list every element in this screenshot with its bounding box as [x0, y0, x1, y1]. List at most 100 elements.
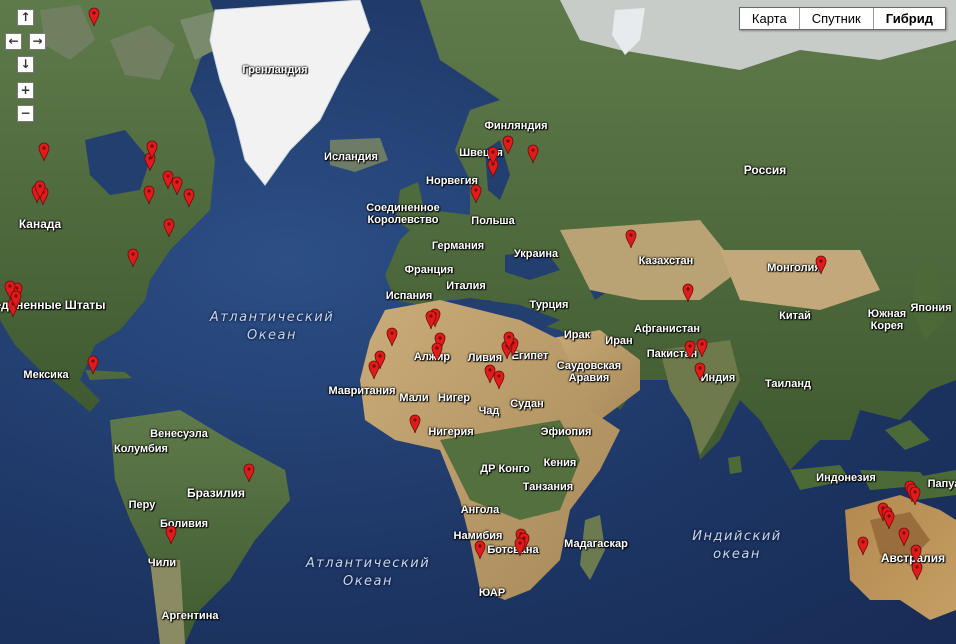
location-marker-icon[interactable]: [815, 255, 827, 275]
ocean-label-line: Океан: [342, 574, 394, 589]
label-china: Китай: [779, 310, 811, 322]
location-marker-icon[interactable]: [898, 527, 910, 547]
label-afghanistan: Афганистан: [634, 323, 700, 335]
location-marker-icon[interactable]: [883, 510, 895, 530]
location-marker-icon[interactable]: [88, 7, 100, 27]
label-botswana: Ботсвана: [487, 544, 539, 556]
label-niger: Нигер: [437, 392, 471, 404]
label-poland: Польша: [471, 215, 515, 227]
location-marker-icon[interactable]: [162, 170, 174, 190]
location-marker-icon[interactable]: [857, 536, 869, 556]
location-marker-icon[interactable]: [146, 140, 158, 160]
location-marker-icon[interactable]: [493, 370, 505, 390]
pan-down-icon[interactable]: ↓: [17, 56, 34, 73]
location-marker-icon[interactable]: [514, 537, 526, 557]
location-marker-icon[interactable]: [409, 414, 421, 434]
ocean-label-line: океан: [713, 547, 761, 562]
label-italy: Италия: [446, 280, 486, 292]
label-nigeria: Нигерия: [428, 426, 474, 438]
location-marker-icon[interactable]: [474, 540, 486, 560]
label-peru: Перу: [128, 499, 156, 511]
label-germany: Германия: [431, 240, 485, 252]
label-ethiopia: Эфиопия: [540, 426, 592, 438]
label-kenya: Кения: [543, 457, 577, 469]
location-marker-icon[interactable]: [502, 135, 514, 155]
map-canvas[interactable]: ↑ ← → ↓ + − Карта Спутник Гибрид Атланти…: [0, 0, 956, 644]
location-marker-icon[interactable]: [243, 463, 255, 483]
location-marker-icon[interactable]: [503, 331, 515, 351]
location-marker-icon[interactable]: [38, 142, 50, 162]
pan-left-icon[interactable]: ←: [5, 33, 22, 50]
zoom-out-icon[interactable]: −: [17, 105, 34, 122]
location-marker-icon[interactable]: [34, 180, 46, 200]
location-marker-icon[interactable]: [911, 561, 923, 581]
location-marker-icon[interactable]: [425, 310, 437, 330]
location-marker-icon[interactable]: [696, 338, 708, 358]
label-brazil: Бразилия: [186, 486, 246, 500]
location-marker-icon[interactable]: [684, 340, 696, 360]
label-mongolia: Монголия: [767, 262, 821, 274]
ocean-label-atlantic-south: Атлантический Океан: [306, 555, 430, 591]
label-canada: Канада: [18, 217, 62, 231]
label-iceland: Исландия: [324, 151, 378, 163]
map-type-map-button[interactable]: Карта: [740, 8, 800, 29]
label-uk: Соединенное Королевство: [366, 202, 440, 226]
label-saudi-arabia: Саудовская Аравия: [556, 360, 622, 384]
label-venezuela: Венесуэла: [150, 428, 208, 440]
location-marker-icon[interactable]: [431, 342, 443, 362]
label-thailand: Таиланд: [764, 378, 812, 390]
label-iraq: Ирак: [563, 329, 591, 341]
location-marker-icon[interactable]: [694, 362, 706, 382]
map-type-switcher: Карта Спутник Гибрид: [738, 7, 946, 30]
zoom-in-icon[interactable]: +: [17, 82, 34, 99]
label-chad: Чад: [478, 405, 500, 417]
map-type-satellite-button[interactable]: Спутник: [800, 8, 874, 29]
location-marker-icon[interactable]: [682, 283, 694, 303]
location-marker-icon[interactable]: [127, 248, 139, 268]
map-type-hybrid-button[interactable]: Гибрид: [874, 8, 945, 29]
label-spain: Испания: [385, 290, 433, 302]
label-angola: Ангола: [460, 504, 500, 516]
location-marker-icon[interactable]: [386, 327, 398, 347]
label-greenland: Гренландия: [242, 64, 308, 76]
label-ukraine: Украина: [513, 248, 559, 260]
label-iran: Иран: [605, 335, 633, 347]
location-marker-icon[interactable]: [163, 218, 175, 238]
ocean-label-line: Индийский: [692, 529, 782, 544]
ocean-label-line: Океан: [246, 328, 298, 343]
ocean-label-line: Атлантический: [305, 556, 431, 571]
location-marker-icon[interactable]: [87, 355, 99, 375]
label-south-korea: Южная Корея: [867, 308, 907, 332]
location-marker-icon[interactable]: [165, 525, 177, 545]
label-tanzania: Танзания: [522, 481, 574, 493]
location-marker-icon[interactable]: [183, 188, 195, 208]
pan-right-icon[interactable]: →: [29, 33, 46, 50]
ocean-label-line: Атлантический: [209, 310, 335, 325]
location-marker-icon[interactable]: [909, 486, 921, 506]
label-finland: Финляндия: [484, 120, 548, 132]
location-marker-icon[interactable]: [487, 146, 499, 166]
label-japan: Япония: [910, 302, 952, 314]
location-marker-icon[interactable]: [143, 185, 155, 205]
location-marker-icon[interactable]: [527, 144, 539, 164]
label-turkey: Турция: [529, 299, 569, 311]
location-marker-icon[interactable]: [470, 184, 482, 204]
label-mexico: Мексика: [23, 369, 69, 381]
label-mali: Мали: [399, 392, 429, 404]
label-france: Франция: [404, 264, 454, 276]
label-chile: Чили: [147, 557, 177, 569]
location-marker-icon[interactable]: [368, 360, 380, 380]
label-sudan: Судан: [510, 398, 544, 410]
ocean-label-atlantic-north: Атлантический Океан: [210, 309, 334, 345]
label-madagascar: Мадагаскар: [564, 538, 628, 550]
label-argentina: Аргентина: [161, 610, 219, 622]
pan-up-icon[interactable]: ↑: [17, 9, 34, 26]
label-south-africa: ЮАР: [478, 587, 506, 599]
location-marker-icon[interactable]: [10, 290, 22, 310]
label-mauritania: Мавритания: [328, 385, 396, 397]
label-colombia: Колумбия: [114, 443, 168, 455]
label-libya: Ливия: [467, 352, 503, 364]
location-marker-icon[interactable]: [625, 229, 637, 249]
label-indonesia: Индонезия: [816, 472, 876, 484]
label-kazakhstan: Казахстан: [638, 255, 694, 267]
